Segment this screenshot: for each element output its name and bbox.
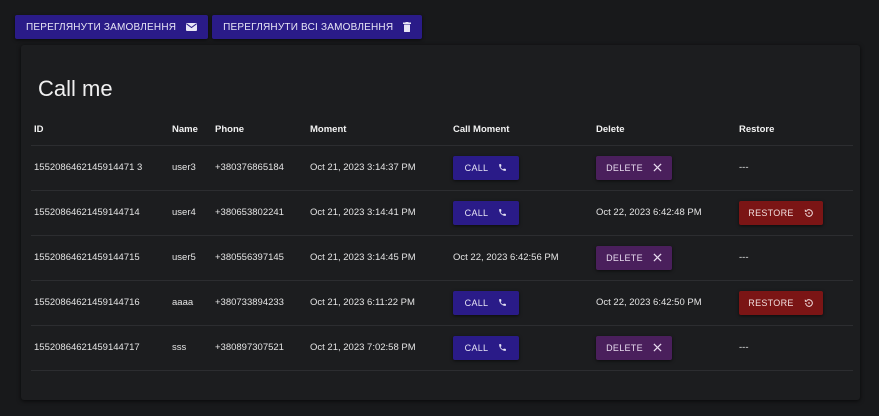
cell-restore: ---: [736, 145, 853, 191]
call-button[interactable]: CALL: [453, 335, 519, 360]
cell-delete: DELETE: [593, 235, 736, 281]
column-header-moment: Moment: [307, 115, 450, 146]
close-icon: [653, 343, 662, 352]
cell-id: 15520864621459144716: [31, 280, 169, 326]
cell-name: aaaa: [169, 280, 212, 326]
envelope-icon: [186, 23, 198, 31]
cell-name: user5: [169, 235, 212, 281]
cell-phone: +380733894233: [212, 280, 307, 326]
cell-name: sss: [169, 325, 212, 371]
page-title: Call me: [38, 76, 113, 101]
cell-moment: Oct 21, 2023 6:11:22 PM: [307, 280, 450, 326]
trash-icon: [403, 22, 412, 32]
restore-icon: [804, 208, 814, 218]
cell-id: 15520864621459144715: [31, 235, 169, 281]
column-header-id: ID: [31, 115, 169, 146]
call-button[interactable]: CALL: [453, 200, 519, 225]
restore-button[interactable]: RESTORE: [739, 290, 823, 315]
cell-moment: Oct 21, 2023 3:14:45 PM: [307, 235, 450, 281]
cell-name: user3: [169, 145, 212, 191]
cell-call-moment: CALL: [450, 145, 593, 191]
column-header-restore: Restore: [736, 115, 853, 146]
cell-delete: Oct 22, 2023 6:42:48 PM: [593, 190, 736, 236]
delete-button-label: DELETE: [606, 252, 643, 263]
table-header-row: ID Name Phone Moment Call Moment Delete …: [31, 115, 853, 146]
table-row: 15520864621459144715 user5 +380556397145 Oc…: [31, 235, 853, 281]
cell-call-moment: CALL: [450, 280, 593, 326]
delete-button-label: DELETE: [606, 342, 643, 353]
cell-restore: ---: [736, 325, 853, 371]
cell-moment: Oct 21, 2023 3:14:41 PM: [307, 190, 450, 236]
view-all-orders-label: ПЕРЕГЛЯНУТИ ВСІ ЗАМОВЛЕННЯ: [223, 21, 394, 33]
table-row: 15520864621459144716 aaaa +380733894233 Oct…: [31, 280, 853, 326]
cell-moment: Oct 21, 2023 7:02:58 PM: [307, 325, 450, 371]
view-orders-label: ПЕРЕГЛЯНУТИ ЗАМОВЛЕННЯ: [26, 21, 177, 33]
column-header-phone: Phone: [212, 115, 307, 146]
phone-icon: [498, 208, 507, 217]
call-button[interactable]: CALL: [453, 290, 519, 315]
column-header-call-moment: Call Moment: [450, 115, 593, 146]
column-header-delete: Delete: [593, 115, 736, 146]
cell-call-moment: CALL: [450, 325, 593, 371]
restore-button-label: RESTORE: [748, 297, 794, 308]
cell-phone: +380653802241: [212, 190, 307, 236]
close-icon: [653, 253, 662, 262]
phone-icon: [498, 163, 507, 172]
cell-phone: +380376865184: [212, 145, 307, 191]
cell-name: user4: [169, 190, 212, 236]
call-button-label: CALL: [464, 207, 489, 218]
call-button-label: CALL: [464, 162, 489, 173]
column-header-name: Name: [169, 115, 212, 146]
table-row: 1552086462145914471 3 user3 +380376865184 O…: [31, 145, 853, 191]
view-all-orders-button[interactable]: ПЕРЕГЛЯНУТИ ВСІ ЗАМОВЛЕННЯ: [212, 15, 423, 39]
restore-button-label: RESTORE: [748, 207, 794, 218]
cell-phone: +380556397145: [212, 235, 307, 281]
cell-call-moment: Oct 22, 2023 6:42:56 PM: [450, 235, 593, 281]
delete-button-label: DELETE: [606, 162, 643, 173]
cell-delete: Oct 22, 2023 6:42:50 PM: [593, 280, 736, 326]
cell-delete: DELETE: [593, 145, 736, 191]
cell-id: 1552086462145914471 3: [31, 145, 169, 191]
delete-button[interactable]: DELETE: [596, 245, 672, 270]
delete-button[interactable]: DELETE: [596, 155, 672, 180]
call-button[interactable]: CALL: [453, 155, 519, 180]
call-button-label: CALL: [464, 342, 489, 353]
table-row: 15520864621459144717 sss +380897307521 Oct …: [31, 325, 853, 371]
calls-table: ID Name Phone Moment Call Moment Delete …: [31, 115, 853, 371]
cell-phone: +380897307521: [212, 325, 307, 371]
view-orders-button[interactable]: ПЕРЕГЛЯНУТИ ЗАМОВЛЕННЯ: [15, 15, 209, 39]
phone-icon: [498, 298, 507, 307]
table-row: 15520864621459144714 user4 +380653802241 Oc…: [31, 190, 853, 236]
close-icon: [653, 163, 662, 172]
cell-moment: Oct 21, 2023 3:14:37 PM: [307, 145, 450, 191]
call-me-card: Call me ID Name Phone Moment Call Moment…: [21, 45, 860, 400]
cell-id: 15520864621459144714: [31, 190, 169, 236]
cell-id: 15520864621459144717: [31, 325, 169, 371]
phone-icon: [498, 343, 507, 352]
cell-restore: ---: [736, 235, 853, 281]
topbar: ПЕРЕГЛЯНУТИ ЗАМОВЛЕННЯ ПЕРЕГЛЯНУТИ ВСІ З…: [15, 15, 423, 39]
cell-restore: RESTORE: [736, 190, 853, 236]
cell-restore: RESTORE: [736, 280, 853, 326]
call-button-label: CALL: [464, 297, 489, 308]
restore-icon: [804, 298, 814, 308]
delete-button[interactable]: DELETE: [596, 335, 672, 360]
cell-call-moment: CALL: [450, 190, 593, 236]
cell-delete: DELETE: [593, 325, 736, 371]
restore-button[interactable]: RESTORE: [739, 200, 823, 225]
